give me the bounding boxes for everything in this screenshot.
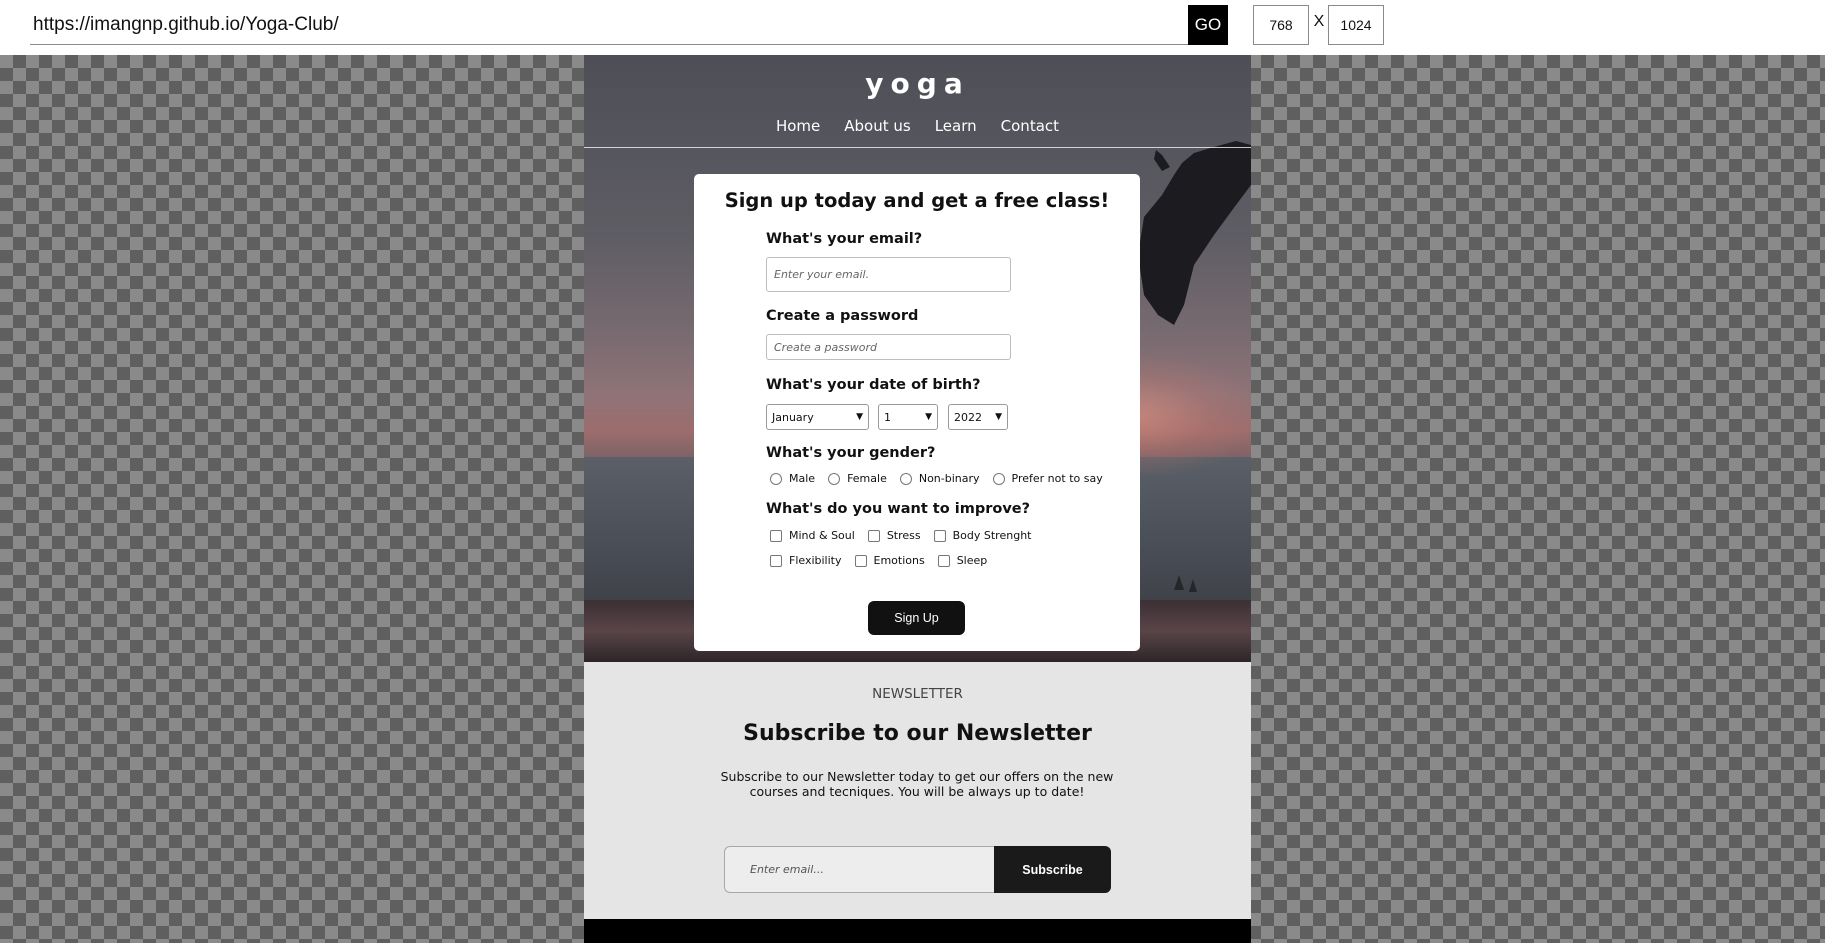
checkbox[interactable] bbox=[933, 529, 946, 542]
nav-link-contact[interactable]: Contact bbox=[1001, 117, 1059, 135]
checkbox[interactable] bbox=[867, 529, 880, 542]
nav-divider bbox=[584, 147, 1251, 148]
dob-month-value: January bbox=[772, 410, 814, 424]
go-button[interactable]: GO bbox=[1188, 5, 1228, 45]
url-input[interactable] bbox=[30, 5, 1188, 45]
nav-link-learn[interactable]: Learn bbox=[935, 117, 977, 135]
subscribe-button[interactable]: Subscribe bbox=[994, 846, 1111, 893]
responsive-tester-toolbar: GO X bbox=[0, 0, 1825, 55]
option-label: Sleep bbox=[956, 554, 988, 567]
radio-button[interactable] bbox=[899, 472, 912, 485]
password-label: Create a password bbox=[766, 308, 919, 324]
dob-day-value: 1 bbox=[884, 410, 891, 424]
checkbox[interactable] bbox=[770, 554, 782, 567]
dimension-separator: X bbox=[1313, 13, 1325, 30]
chevron-down-icon: ▼ bbox=[995, 412, 1002, 422]
radio-button[interactable] bbox=[770, 472, 782, 485]
sign-up-button[interactable]: Sign Up bbox=[868, 601, 965, 635]
improve-option-stress[interactable]: Stress bbox=[864, 529, 921, 542]
nav-link-about[interactable]: About us bbox=[844, 117, 910, 135]
newsletter-title: Subscribe to our Newsletter bbox=[743, 721, 1092, 746]
chevron-down-icon: ▼ bbox=[925, 412, 932, 422]
gender-label: What's your gender? bbox=[766, 445, 936, 461]
improve-options-row-2: Flexibility Emotions Sleep bbox=[766, 554, 996, 567]
newsletter-email-input[interactable] bbox=[724, 846, 995, 893]
checkbox[interactable] bbox=[854, 554, 867, 567]
checkbox[interactable] bbox=[937, 554, 950, 567]
email-field[interactable] bbox=[766, 257, 1011, 292]
newsletter-eyebrow: NEWSLETTER bbox=[872, 686, 963, 702]
password-field[interactable] bbox=[766, 334, 1011, 360]
signup-title: Sign up today and get a free class! bbox=[724, 189, 1110, 212]
improve-label: What's do you want to improve? bbox=[766, 501, 1031, 517]
gender-option-prefer-not[interactable]: Prefer not to say bbox=[989, 472, 1103, 485]
dob-month-select[interactable]: January ▼ bbox=[766, 404, 869, 430]
improve-option-sleep[interactable]: Sleep bbox=[934, 554, 988, 567]
gender-option-non-binary[interactable]: Non-binary bbox=[896, 472, 980, 485]
hero-section: yoga Home About us Learn Contact Sign up… bbox=[584, 55, 1251, 662]
improve-option-body-strength[interactable]: Body Strenght bbox=[930, 529, 1032, 542]
option-label: Stress bbox=[886, 529, 921, 542]
dob-label: What's your date of birth? bbox=[766, 377, 981, 393]
nav-link-home[interactable]: Home bbox=[776, 117, 820, 135]
option-label: Emotions bbox=[873, 554, 925, 567]
site-logo[interactable]: yoga bbox=[584, 67, 1251, 100]
option-label: Female bbox=[847, 472, 887, 485]
improve-option-mind-soul[interactable]: Mind & Soul bbox=[766, 529, 855, 542]
viewport-width-input[interactable] bbox=[1253, 5, 1309, 45]
option-label: Flexibility bbox=[789, 554, 842, 567]
improve-option-flexibility[interactable]: Flexibility bbox=[766, 554, 842, 567]
dob-day-select[interactable]: 1 ▼ bbox=[878, 404, 938, 430]
option-label: Body Strenght bbox=[952, 529, 1032, 542]
radio-button[interactable] bbox=[992, 472, 1005, 485]
option-label: Mind & Soul bbox=[789, 529, 855, 542]
gender-option-male[interactable]: Male bbox=[766, 472, 815, 485]
footer bbox=[584, 919, 1251, 943]
newsletter-section: NEWSLETTER Subscribe to our Newsletter S… bbox=[584, 662, 1251, 919]
checkbox[interactable] bbox=[770, 529, 782, 542]
radio-button[interactable] bbox=[828, 472, 841, 485]
gender-option-female[interactable]: Female bbox=[824, 472, 887, 485]
signup-card: Sign up today and get a free class! What… bbox=[694, 174, 1140, 651]
dob-year-select[interactable]: 2022 ▼ bbox=[948, 404, 1008, 430]
improve-option-emotions[interactable]: Emotions bbox=[851, 554, 925, 567]
option-label: Non-binary bbox=[918, 472, 980, 485]
viewport-height-input[interactable] bbox=[1328, 5, 1384, 45]
email-label: What's your email? bbox=[766, 231, 923, 247]
emulated-viewport[interactable]: yoga Home About us Learn Contact Sign up… bbox=[584, 55, 1251, 943]
dob-year-value: 2022 bbox=[954, 410, 982, 424]
option-label: Prefer not to say bbox=[1011, 472, 1103, 485]
option-label: Male bbox=[789, 472, 816, 485]
main-nav: Home About us Learn Contact bbox=[584, 117, 1251, 135]
gender-options: Male Female Non-binary Prefer not to say bbox=[766, 472, 1112, 485]
improve-options-row-1: Mind & Soul Stress Body Strenght bbox=[766, 529, 1040, 542]
newsletter-description: Subscribe to our Newsletter today to get… bbox=[720, 769, 1114, 799]
chevron-down-icon: ▼ bbox=[856, 412, 863, 422]
